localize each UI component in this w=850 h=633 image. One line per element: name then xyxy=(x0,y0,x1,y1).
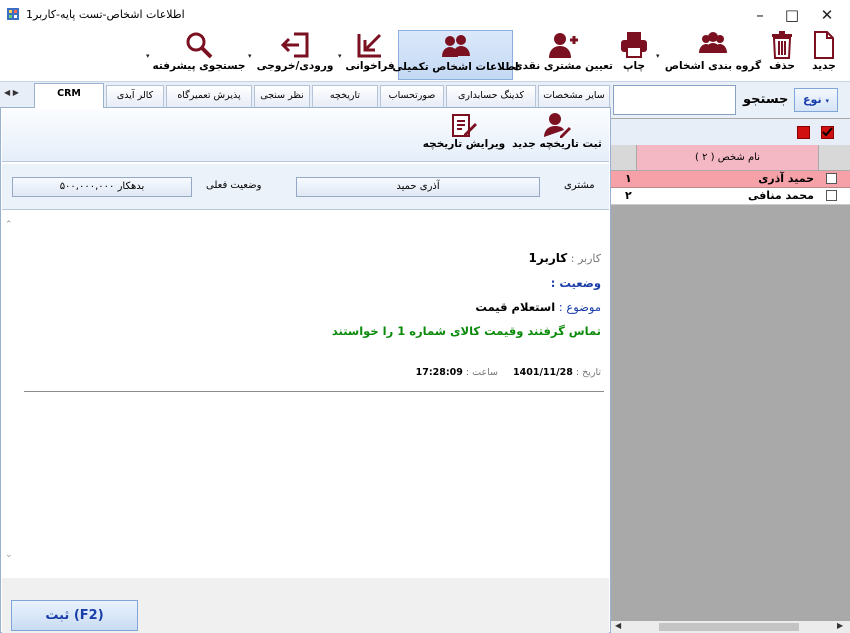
group-persons-button[interactable]: گروه بندی اشخاص xyxy=(665,30,761,80)
table-row[interactable]: ۱ حمید آذری xyxy=(611,171,850,188)
customer-info-bar: مشتری آذری حمید وضعیت فعلی ۵۰۰,۰۰۰,۰۰۰ ب… xyxy=(2,164,609,210)
exit-icon xyxy=(280,32,309,58)
tab-strip: سایر مشخصات کدینگ حسابداری صورتحساب تاری… xyxy=(0,82,611,108)
import-export-button[interactable]: ورودی/خروجی xyxy=(257,30,333,80)
scroll-down-icon[interactable]: ⌄ xyxy=(5,550,13,560)
history-content: کاربر : کاربر1 وضعیت : موضوع : استعلام ق… xyxy=(2,212,609,577)
group-icon xyxy=(699,32,727,53)
group-dropdown-arrow[interactable]: ▾ xyxy=(656,52,660,60)
grid-header-name[interactable]: نام شخص ( ۲ ) xyxy=(637,145,818,171)
history-separator xyxy=(24,391,604,392)
checkmark-icon xyxy=(822,127,833,137)
tab-scroll-arrows[interactable]: ◀ ▶ xyxy=(4,88,19,97)
user-edit-icon xyxy=(544,113,571,138)
grid-corner xyxy=(611,145,637,171)
assign-cash-customer-button[interactable]: تعیین مشتری نقدی xyxy=(513,30,613,80)
history-time-value: 17:28:09 xyxy=(415,367,463,378)
row-checkbox[interactable] xyxy=(826,190,837,201)
tab-crm[interactable]: CRM xyxy=(34,83,104,108)
maximize-button[interactable]: □ xyxy=(777,4,807,26)
content-vertical-scrollbar[interactable]: ⌃ ⌄ xyxy=(2,212,16,577)
trash-icon xyxy=(772,31,792,59)
grid-header-check xyxy=(818,145,850,171)
new-document-icon xyxy=(814,31,834,59)
search-row: جستجو نوع ▾ xyxy=(611,82,850,118)
person-grid: نام شخص ( ۲ ) ۱ حمید آذری ۲ محمد منافی xyxy=(611,145,850,209)
tab-accounting-coding[interactable]: کدینگ حسابداری xyxy=(446,85,536,107)
history-subject-value: استعلام قیمت xyxy=(475,300,556,314)
current-status-value: ۵۰۰,۰۰۰,۰۰۰ بدهکار xyxy=(12,177,192,197)
import-export-dropdown-arrow[interactable]: ▾ xyxy=(248,52,252,60)
ribbon-toolbar: جدید حذف گروه بندی اشخاص ▾ چاپ تعیین مشت… xyxy=(0,30,850,82)
scroll-right-icon[interactable]: ▶ xyxy=(837,621,843,630)
tab-other-details[interactable]: سایر مشخصات xyxy=(538,85,610,107)
add-user-icon xyxy=(549,33,578,58)
edit-document-icon xyxy=(452,114,477,137)
tab-repair-reception[interactable]: پذیرش تعمیرگاه xyxy=(166,85,252,107)
current-status-label: وضعیت فعلی xyxy=(206,180,262,191)
tab-history[interactable]: تاریخچه xyxy=(312,85,378,107)
delete-button[interactable]: حذف xyxy=(762,30,802,80)
chevron-down-icon: ▾ xyxy=(825,97,829,105)
printer-icon xyxy=(621,32,647,58)
advanced-search-dropdown-arrow[interactable]: ▾ xyxy=(146,52,150,60)
print-button[interactable]: چاپ xyxy=(616,30,652,80)
history-toolbar: ثبت تاریخچه جدید ویرایش تاریخچه xyxy=(2,109,609,162)
history-body: تماس گرفتند وقیمت کالای شماره 1 را خواست… xyxy=(331,324,601,338)
type-dropdown[interactable]: نوع ▾ xyxy=(794,88,838,112)
tab-caller-id[interactable]: کالر آیدی xyxy=(106,85,164,107)
scroll-left-icon[interactable]: ◀ xyxy=(615,621,621,630)
recall-arrow-icon xyxy=(357,33,382,58)
close-button[interactable]: ✕ xyxy=(812,4,842,26)
search-label: جستجو xyxy=(743,92,789,107)
history-status-label: وضعیت : xyxy=(550,276,601,290)
row-name: حمید آذری xyxy=(758,172,814,185)
scroll-thumb[interactable] xyxy=(659,623,799,631)
check-all-icon[interactable] xyxy=(821,126,834,139)
new-history-button[interactable]: ثبت تاریخچه جدید xyxy=(509,112,605,158)
customer-value: آذری حمید xyxy=(296,177,540,197)
tab-invoice[interactable]: صورتحساب xyxy=(380,85,444,107)
history-user-line: کاربر : کاربر1 xyxy=(528,251,601,265)
extra-person-info-button[interactable]: اطلاعات اشخاص تکمیلی xyxy=(392,30,519,80)
title-bar: اطلاعات اشخاص-تست پایه-کاربر1 – □ ✕ xyxy=(0,0,850,30)
table-row[interactable]: ۲ محمد منافی xyxy=(611,188,850,205)
search-input[interactable] xyxy=(613,85,736,115)
history-datetime-line: تاریخ : 1401/11/28 ساعت : 17:28:09 xyxy=(415,367,601,378)
customer-label: مشتری xyxy=(564,180,595,191)
app-icon xyxy=(7,8,19,20)
uncheck-all-icon[interactable] xyxy=(797,126,810,139)
recall-dropdown-arrow[interactable]: ▾ xyxy=(338,52,342,60)
grid-horizontal-scrollbar[interactable]: ◀ ▶ xyxy=(611,621,850,633)
history-user-value: کاربر1 xyxy=(528,251,568,265)
history-subject-line: موضوع : استعلام قیمت xyxy=(475,300,601,314)
selection-toolbar xyxy=(611,119,850,145)
scroll-up-icon[interactable]: ⌃ xyxy=(5,220,13,230)
edit-history-button[interactable]: ویرایش تاریخچه xyxy=(422,112,506,158)
new-button[interactable]: جدید xyxy=(804,30,844,80)
tab-survey[interactable]: نظر سنجی xyxy=(254,85,310,107)
users-icon xyxy=(441,35,470,57)
row-name: محمد منافی xyxy=(747,189,814,202)
history-date-value: 1401/11/28 xyxy=(513,367,573,378)
row-checkbox[interactable] xyxy=(826,173,837,184)
minimize-button[interactable]: – xyxy=(745,4,775,26)
advanced-search-button[interactable]: جستجوی پیشرفته xyxy=(153,30,245,80)
recall-button[interactable]: فراخوانی xyxy=(345,30,395,80)
bottom-bar: ثبت (F2) xyxy=(2,578,609,633)
window-title: اطلاعات اشخاص-تست پایه-کاربر1 xyxy=(26,8,185,21)
save-button[interactable]: ثبت (F2) xyxy=(11,600,138,631)
magnifier-icon xyxy=(186,32,213,59)
